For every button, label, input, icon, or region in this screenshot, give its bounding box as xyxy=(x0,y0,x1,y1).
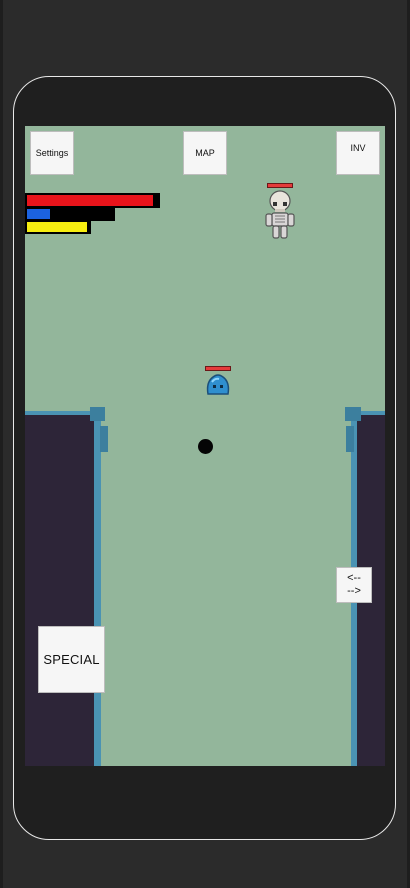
stamina-bar xyxy=(25,220,91,234)
left-wall-side-edge xyxy=(94,411,101,766)
slime-icon[interactable] xyxy=(205,372,231,398)
mana-bar xyxy=(25,207,115,221)
left-wall-pillar xyxy=(90,407,105,421)
game-screen[interactable]: Settings MAP INV <-- --> SPECIAL xyxy=(25,126,385,766)
mana-bar-fill xyxy=(27,209,50,219)
slime-health-bar xyxy=(205,366,231,371)
health-bar-fill xyxy=(27,195,153,206)
health-bar xyxy=(25,193,160,208)
swap-button[interactable]: <-- --> xyxy=(336,567,372,603)
hole-icon xyxy=(198,439,213,454)
swap-button-label-top: <-- xyxy=(347,572,361,584)
left-wall xyxy=(25,414,97,766)
skeleton-health-bar xyxy=(267,183,293,188)
special-button-label: SPECIAL xyxy=(43,652,100,667)
inventory-button[interactable]: INV xyxy=(336,131,380,175)
right-wall-pillar xyxy=(345,407,361,421)
skeleton-icon[interactable] xyxy=(263,190,297,242)
left-wall-pillar-stem xyxy=(100,426,108,452)
left-wall-top-edge xyxy=(25,411,97,415)
settings-button[interactable]: Settings xyxy=(30,131,74,175)
left-edge xyxy=(0,0,3,888)
map-button[interactable]: MAP xyxy=(183,131,227,175)
settings-button-label: Settings xyxy=(35,148,69,158)
swap-button-label-bottom: --> xyxy=(347,585,361,597)
special-attack-button[interactable]: SPECIAL xyxy=(38,626,105,693)
inventory-button-label: INV xyxy=(350,143,366,153)
stamina-bar-fill xyxy=(27,222,87,232)
map-button-label: MAP xyxy=(195,148,215,158)
right-wall-pillar-stem xyxy=(346,426,354,452)
